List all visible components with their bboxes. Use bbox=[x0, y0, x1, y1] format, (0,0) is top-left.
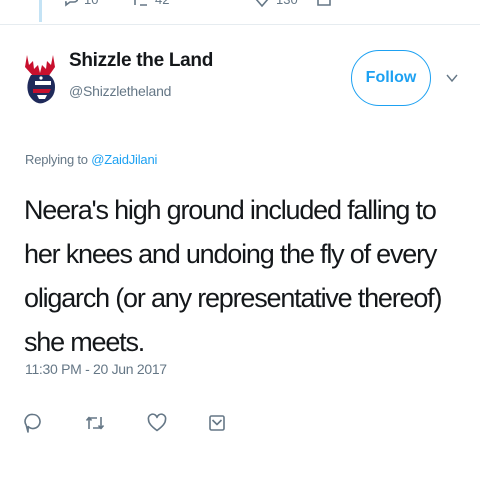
moose-logo-icon bbox=[25, 55, 55, 104]
previous-like-action[interactable]: 130 bbox=[254, 0, 298, 7]
envelope-icon bbox=[209, 415, 225, 431]
previous-retweet-count: 42 bbox=[155, 0, 169, 7]
avatar[interactable] bbox=[21, 47, 61, 109]
reply-icon bbox=[24, 413, 41, 433]
direct-message-button[interactable] bbox=[207, 412, 227, 434]
heart-icon bbox=[147, 413, 167, 432]
previous-message-action[interactable] bbox=[317, 0, 331, 6]
retweet-icon bbox=[134, 0, 147, 6]
like-button[interactable] bbox=[147, 412, 167, 434]
tweet-divider bbox=[0, 24, 480, 25]
retweet-icon bbox=[85, 416, 105, 430]
follow-button[interactable]: Follow bbox=[351, 50, 431, 106]
replying-to-mention[interactable]: @ZaidJilani bbox=[91, 152, 157, 167]
previous-retweet-action[interactable]: 42 bbox=[131, 0, 169, 7]
retweet-button[interactable] bbox=[85, 412, 105, 434]
chevron-down-icon[interactable] bbox=[446, 72, 458, 84]
previous-tweet-actions: 10 42 130 bbox=[0, 0, 480, 12]
replying-to-prefix: Replying to bbox=[25, 152, 92, 167]
tweet-page: 10 42 130 bbox=[0, 0, 480, 480]
envelope-icon bbox=[317, 0, 331, 6]
tweet-text: Neera's high ground included falling to … bbox=[24, 195, 442, 357]
previous-like-count: 130 bbox=[276, 0, 298, 7]
replying-to: Replying to @ZaidJilani bbox=[25, 152, 157, 167]
author-display-name[interactable]: Shizzle the Land bbox=[69, 50, 213, 72]
previous-reply-action[interactable]: 10 bbox=[62, 0, 98, 7]
heart-icon bbox=[256, 0, 268, 7]
reply-icon bbox=[65, 0, 78, 7]
previous-reply-count: 10 bbox=[84, 0, 98, 7]
tweet-timestamp[interactable]: 11:30 PM - 20 Jun 2017 bbox=[25, 361, 167, 377]
reply-button[interactable] bbox=[23, 412, 43, 434]
author-handle[interactable]: @Shizzletheland bbox=[69, 83, 171, 99]
